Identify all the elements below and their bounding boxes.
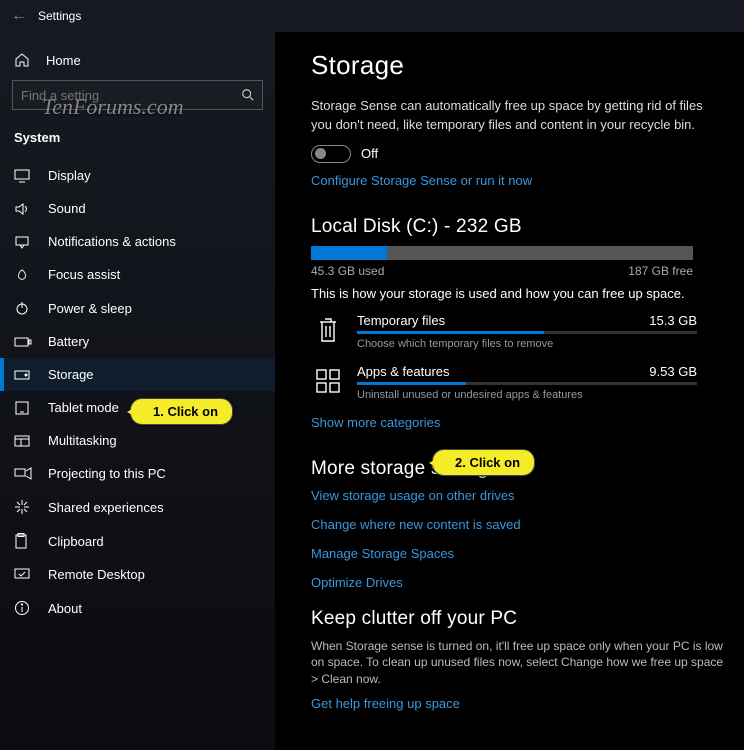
disk-free-label: 187 GB free — [628, 264, 693, 278]
nav-list: Display Sound Notifications & actions Fo… — [0, 159, 275, 625]
clutter-body: When Storage sense is turned on, it'll f… — [311, 638, 726, 688]
nav-about[interactable]: About — [0, 591, 275, 625]
nav-label: Clipboard — [48, 534, 104, 549]
home-icon — [14, 52, 32, 68]
nav-multitask[interactable]: Multitasking — [0, 424, 275, 457]
about-icon — [14, 600, 32, 616]
nav-clipboard[interactable]: Clipboard — [0, 524, 275, 558]
storage-icon — [14, 369, 32, 381]
search-icon — [241, 88, 255, 102]
nav-storage[interactable]: Storage — [0, 358, 275, 391]
nav-shared[interactable]: Shared experiences — [0, 490, 275, 524]
disk-heading: Local Disk (C:) - 232 GB — [311, 216, 726, 238]
nav-notifications[interactable]: Notifications & actions — [0, 225, 275, 258]
callout-2: 2. Click on — [432, 449, 535, 476]
nav-label: Projecting to this PC — [48, 466, 166, 481]
search-input[interactable] — [12, 80, 263, 110]
page-title: Storage — [311, 50, 726, 81]
nav-label: Shared experiences — [48, 500, 164, 515]
category-sub: Uninstall unused or undesired apps & fea… — [357, 389, 726, 401]
nav-label: Storage — [48, 367, 94, 382]
section-label: System — [0, 120, 275, 155]
category-temporary-files[interactable]: Temporary files 15.3 GB Choose which tem… — [311, 313, 726, 350]
category-size: 9.53 GB — [649, 364, 697, 379]
nav-label: Tablet mode — [48, 400, 119, 415]
disk-explain: This is how your storage is used and how… — [311, 286, 726, 301]
focus-icon — [14, 268, 32, 282]
multitask-icon — [14, 434, 32, 448]
nav-display[interactable]: Display — [0, 159, 275, 192]
category-name: Apps & features — [357, 364, 450, 379]
nav-label: Multitasking — [48, 433, 117, 448]
more-link-storage-spaces[interactable]: Manage Storage Spaces — [311, 546, 726, 561]
storage-sense-desc: Storage Sense can automatically free up … — [311, 97, 711, 135]
nav-label: Battery — [48, 334, 89, 349]
home-nav[interactable]: Home — [0, 44, 275, 76]
clipboard-icon — [14, 533, 32, 549]
remote-icon — [14, 568, 32, 582]
show-more-categories-link[interactable]: Show more categories — [311, 415, 726, 430]
display-icon — [14, 169, 32, 183]
category-name: Temporary files — [357, 313, 445, 328]
clutter-heading: Keep clutter off your PC — [311, 608, 726, 630]
nav-label: Display — [48, 168, 91, 183]
nav-label: Sound — [48, 201, 86, 216]
window-title: Settings — [38, 9, 81, 23]
category-sub: Choose which temporary files to remove — [357, 338, 726, 350]
nav-label: About — [48, 601, 82, 616]
clutter-help-link[interactable]: Get help freeing up space — [311, 696, 726, 711]
tablet-icon — [14, 401, 32, 415]
trash-icon — [311, 313, 345, 347]
storage-sense-toggle[interactable] — [311, 145, 351, 163]
more-link-change-save[interactable]: Change where new content is saved — [311, 517, 726, 532]
nav-sound[interactable]: Sound — [0, 192, 275, 225]
nav-label: Notifications & actions — [48, 234, 176, 249]
sound-icon — [14, 202, 32, 216]
nav-focus[interactable]: Focus assist — [0, 258, 275, 291]
nav-label: Power & sleep — [48, 301, 132, 316]
configure-sense-link[interactable]: Configure Storage Sense or run it now — [311, 173, 726, 188]
nav-label: Focus assist — [48, 267, 120, 282]
disk-used-label: 45.3 GB used — [311, 264, 384, 278]
nav-power[interactable]: Power & sleep — [0, 291, 275, 325]
shared-icon — [14, 499, 32, 515]
back-icon[interactable]: ← — [0, 7, 38, 25]
category-apps-features[interactable]: Apps & features 9.53 GB Uninstall unused… — [311, 364, 726, 401]
category-size: 15.3 GB — [649, 313, 697, 328]
content-pane: Storage Storage Sense can automatically … — [275, 32, 744, 750]
titlebar: ← Settings — [0, 0, 744, 32]
nav-battery[interactable]: Battery — [0, 325, 275, 358]
battery-icon — [14, 336, 32, 348]
project-icon — [14, 467, 32, 481]
nav-remote[interactable]: Remote Desktop — [0, 558, 275, 591]
home-label: Home — [46, 53, 81, 68]
apps-icon — [311, 364, 345, 398]
sidebar: Home System Display Sound Notifications … — [0, 32, 275, 750]
notif-icon — [14, 235, 32, 249]
disk-usage-bar — [311, 246, 693, 260]
toggle-state-label: Off — [361, 146, 378, 161]
nav-label: Remote Desktop — [48, 567, 145, 582]
nav-project[interactable]: Projecting to this PC — [0, 457, 275, 490]
more-link-optimize[interactable]: Optimize Drives — [311, 575, 726, 590]
more-link-other-drives[interactable]: View storage usage on other drives — [311, 488, 726, 503]
power-icon — [14, 300, 32, 316]
callout-1: 1. Click on — [130, 398, 233, 425]
